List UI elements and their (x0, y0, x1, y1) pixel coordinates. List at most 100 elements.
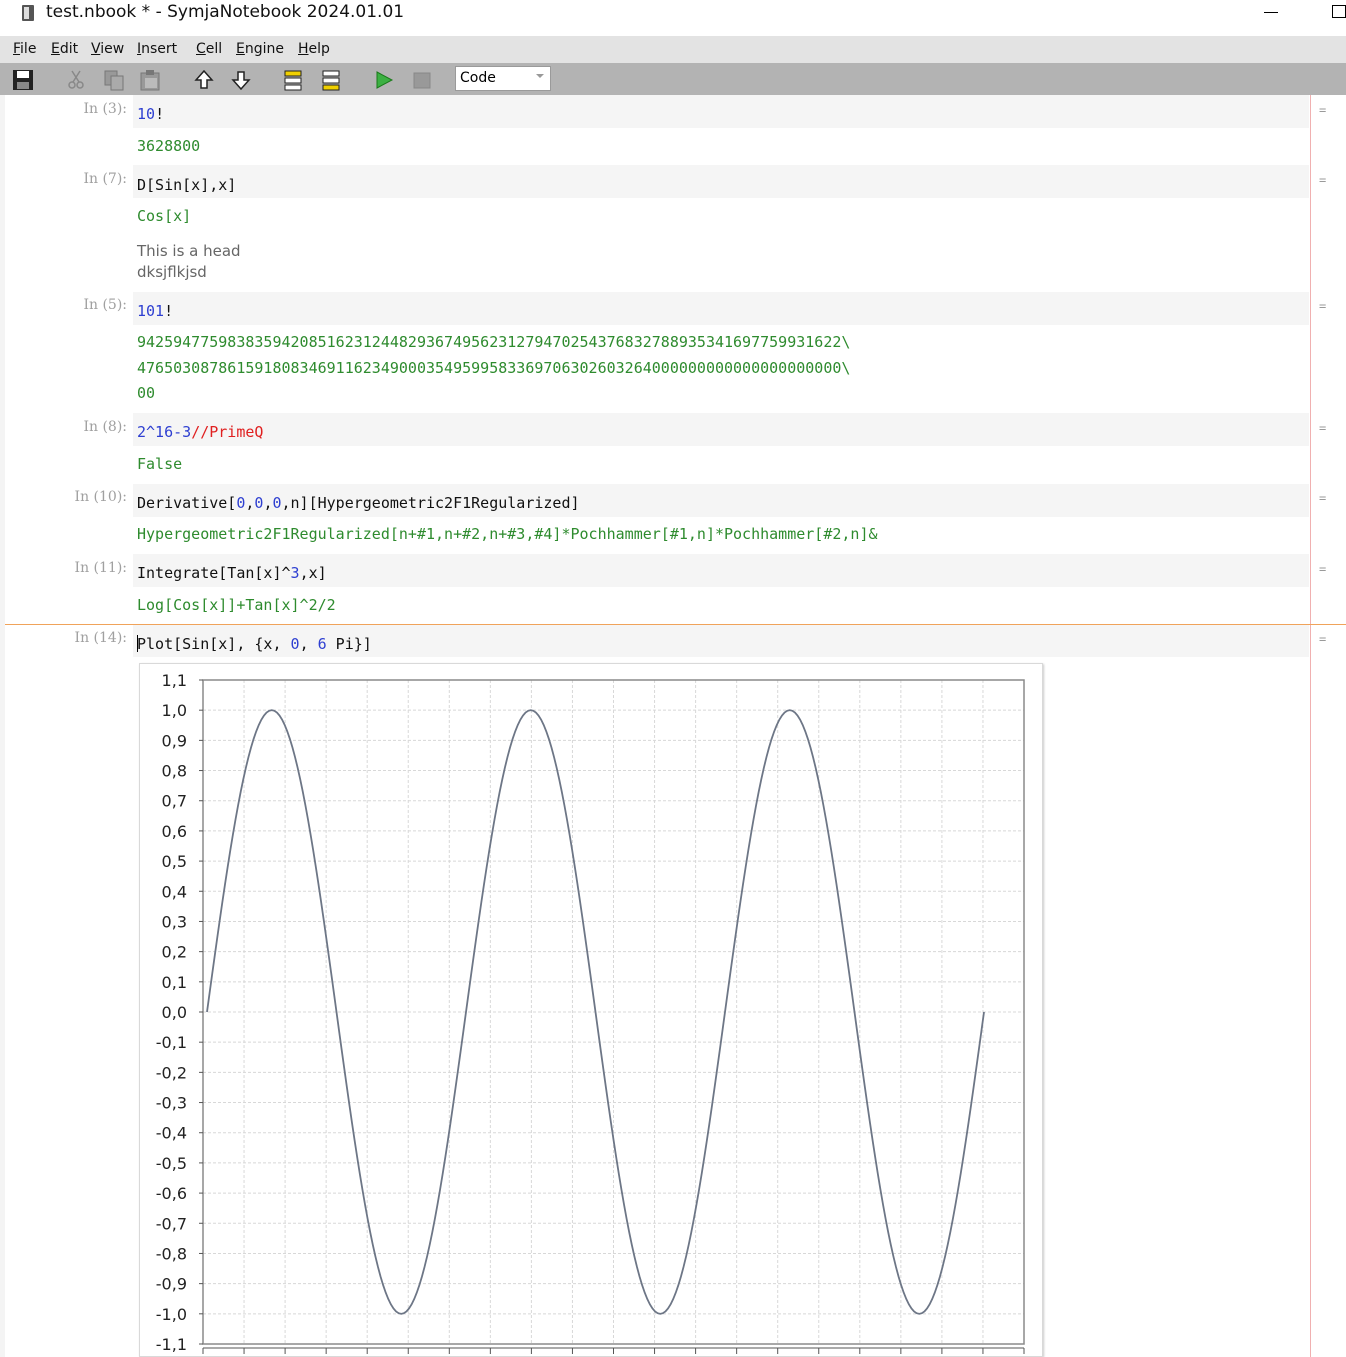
cell-input[interactable]: Derivative[0,0,0,n][Hypergeometric2F1Reg… (137, 494, 580, 512)
cell-label: In (14): (74, 630, 127, 646)
copy-icon[interactable] (103, 69, 125, 91)
app-icon (22, 5, 34, 21)
code-token: ! (164, 302, 174, 320)
cell-input[interactable]: 10! (137, 105, 164, 123)
cell-marker[interactable]: = (1319, 562, 1326, 576)
cell-marker[interactable]: = (1319, 299, 1326, 313)
menu-file[interactable]: File (13, 41, 36, 57)
y-tick-label: 0,9 (162, 731, 187, 750)
menu-mnemonic: E (51, 41, 60, 57)
menu-edit[interactable]: Edit (51, 41, 78, 57)
y-tick-label: 0,1 (162, 973, 187, 992)
toolbar: Code (0, 63, 1346, 95)
cell-input-area[interactable] (133, 95, 1309, 128)
y-tick-label: -0,6 (156, 1184, 187, 1203)
cell-input-area[interactable] (133, 292, 1309, 325)
y-tick-label: 0,2 (162, 943, 187, 962)
cell-label: In (5): (83, 297, 127, 313)
y-tick-label: -0,7 (156, 1214, 187, 1233)
minimize-button[interactable] (1262, 10, 1280, 24)
code-token: , (299, 635, 318, 653)
menu-insert[interactable]: Insert (137, 41, 177, 57)
y-tick-label: -0,5 (156, 1154, 187, 1173)
stop-icon[interactable] (411, 69, 433, 91)
y-tick-label: -0,4 (156, 1124, 187, 1143)
code-token: D[Sin[x],x] (137, 176, 237, 194)
cell-label: In (3): (83, 101, 127, 117)
cell-marker[interactable]: = (1319, 103, 1326, 117)
cell-input[interactable]: D[Sin[x],x] (137, 176, 236, 194)
insert-cell-below-icon[interactable] (320, 69, 342, 91)
save-icon[interactable] (12, 69, 34, 91)
notebook[interactable]: In (3): 10! 3628800 = In (7): D[Sin[x],x… (5, 95, 1346, 1357)
plot-output: 1,1 1,0 0,9 0,8 0,7 0,6 0,5 0,4 0,3 0,2 0,1 0,0 -0,1… (139, 663, 1043, 1357)
code-token: 101 (137, 302, 165, 320)
cut-icon[interactable] (65, 69, 87, 91)
cell-marker[interactable]: = (1319, 491, 1326, 505)
cell-output: Cos[x] (137, 207, 192, 225)
cell-label: In (7): (83, 171, 127, 187)
y-tick-label: -0,1 (156, 1033, 187, 1052)
y-tick-label: 1,1 (162, 671, 187, 690)
code-token: 0 (272, 494, 282, 512)
menu-cell[interactable]: Cell (196, 41, 222, 57)
code-token: Plot[Sin[x], {x, (137, 635, 291, 653)
cell-marker[interactable]: = (1319, 421, 1326, 435)
insert-cell-above-icon[interactable] (282, 69, 304, 91)
window-title: test.nbook * - SymjaNotebook 2024.01.01 (46, 2, 405, 22)
code-token: 10 (137, 105, 156, 123)
cell-type-value: Code (460, 70, 496, 86)
run-icon[interactable] (373, 69, 395, 91)
menu-view[interactable]: View (91, 41, 124, 57)
cell-bracket-line (1310, 95, 1311, 624)
y-tick-label: 0,3 (162, 912, 187, 931)
plot-canvas: 1,1 1,0 0,9 0,8 0,7 0,6 0,5 0,4 0,3 0,2 0,1 0,0 -0,1… (156, 671, 1025, 1354)
cell-input[interactable]: Plot[Sin[x], {x, 0, 6 Pi}] (137, 635, 372, 653)
cell-output: 00 (137, 384, 156, 402)
code-token: ! (155, 105, 165, 123)
menu-bar: File Edit View Insert Cell Engine Help (0, 36, 1346, 63)
cell-type-select[interactable]: Code (455, 66, 551, 91)
cell-label: In (8): (83, 419, 127, 435)
menu-mnemonic: H (298, 41, 309, 57)
menu-mnemonic: F (13, 41, 21, 57)
code-token: Integrate[Tan[x]^ (137, 564, 291, 582)
code-token: 6 (317, 635, 327, 653)
maximize-button[interactable] (1330, 4, 1346, 20)
y-tick-label: 1,0 (162, 701, 187, 720)
cell-marker[interactable]: = (1319, 632, 1326, 646)
cell-output: 4765030878615918083469116234900035495995… (137, 359, 851, 377)
menu-mnemonic: I (137, 41, 142, 57)
cell-marker[interactable]: = (1319, 173, 1326, 187)
menu-engine[interactable]: Engine (236, 41, 284, 57)
y-tick-label: -1,1 (156, 1335, 187, 1354)
paste-icon[interactable] (139, 69, 161, 91)
cell-label: In (10): (74, 489, 127, 505)
cell-input[interactable]: 2^16-3//PrimeQ (137, 423, 263, 441)
cell-input[interactable]: Integrate[Tan[x]^3,x] (137, 564, 327, 582)
cell-input-area[interactable] (133, 165, 1309, 198)
cell-output: False (137, 455, 183, 473)
cell-label: In (11): (74, 560, 127, 576)
cell-output: Hypergeometric2F1Regularized[n+#1,n+#2,n… (137, 525, 878, 543)
y-tick-label: -0,9 (156, 1275, 187, 1294)
menu-mnemonic: E (236, 41, 245, 57)
cell-bracket-line (1310, 625, 1311, 1357)
menu-mnemonic: C (196, 41, 206, 57)
cell-input-area[interactable] (133, 413, 1309, 446)
menu-help[interactable]: Help (298, 41, 330, 57)
text-cell-line: This is a head (137, 242, 241, 260)
y-tick-label: -0,8 (156, 1244, 187, 1263)
code-token: //PrimeQ (191, 423, 264, 441)
y-tick-label: -0,3 (156, 1094, 187, 1113)
code-token: ,n][Hypergeometric2F1Regularized] (281, 494, 580, 512)
code-token: Derivative[ (137, 494, 237, 512)
y-tick-label: 0,5 (162, 852, 187, 871)
cell-output: 9425947759838359420851623124482936749562… (137, 333, 851, 351)
cell-input[interactable]: 101! (137, 302, 173, 320)
code-token: 3 (290, 564, 300, 582)
menu-mnemonic: V (91, 41, 101, 57)
move-up-icon[interactable] (193, 69, 215, 91)
title-bar: test.nbook * - SymjaNotebook 2024.01.01 (0, 0, 1346, 34)
move-down-icon[interactable] (230, 69, 252, 91)
